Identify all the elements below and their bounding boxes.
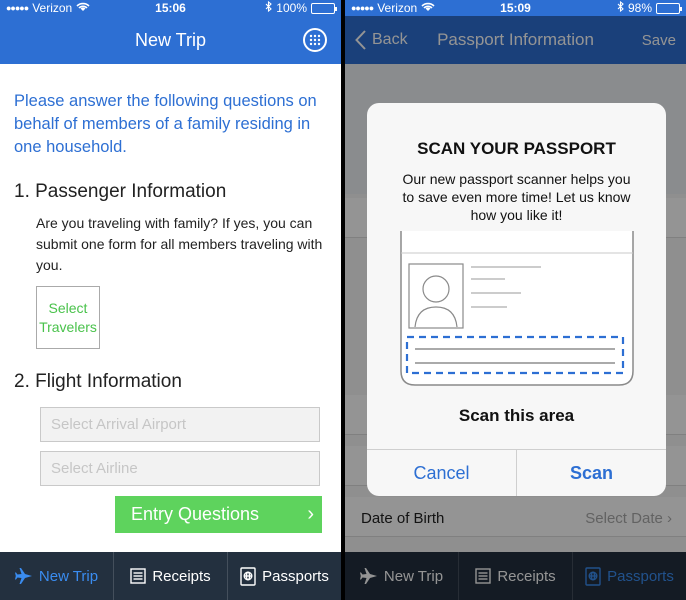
battery-percent: 98% [627,1,652,15]
dialog-actions: Cancel Scan [367,449,666,496]
arrival-airport-field[interactable]: Select Arrival Airport [40,407,320,442]
chevron-right-icon: › [307,503,314,525]
bluetooth-icon [617,0,624,15]
tab-passports[interactable]: Passports [228,552,341,600]
page-title: New Trip [134,29,206,50]
plane-icon [14,568,33,584]
entry-questions-button[interactable]: Entry Questions › [115,496,322,533]
receipt-icon [130,568,147,584]
status-bar: ●●●●● Verizon 15:06 100% [0,0,341,16]
receipt-icon [475,568,492,584]
scan-button[interactable]: Scan [517,450,666,496]
passport-illustration [400,231,634,386]
intro-text: Please answer the following questions on… [14,92,317,156]
passport-icon [240,566,256,586]
signal-icon: ●●●●● [351,3,374,13]
airline-field[interactable]: Select Airline [40,451,320,486]
section-passenger-title: 1. Passenger Information [14,181,227,202]
scan-area-label: Scan this area [458,406,575,425]
battery-icon [311,2,337,14]
battery-percent: 100% [276,1,307,15]
select-travelers-button[interactable]: Select Travelers [36,286,100,349]
cancel-button[interactable]: Cancel [367,450,517,496]
battery-icon [656,2,682,14]
tab-passports-label: Passports [262,567,329,585]
passport-information-screen: ●●●●● Verizon 15:09 98% Back Passport In… [345,0,686,600]
trip-form: Please answer the following questions on… [0,64,341,552]
passport-icon [585,566,601,586]
nav-bar: New Trip [0,16,341,64]
tab-new-trip[interactable]: New Trip [345,552,459,600]
tab-receipts-label: Receipts [497,567,556,585]
dialog-title: SCAN YOUR PASSPORT [417,139,616,158]
signal-icon: ●●●●● [6,3,29,13]
status-bar: ●●●●● Verizon 15:09 98% [345,0,686,16]
tab-receipts[interactable]: Receipts [114,552,228,600]
tab-bar: New Trip Receipts Passports [0,552,341,600]
tab-receipts[interactable]: Receipts [459,552,573,600]
bluetooth-icon [265,0,273,15]
scan-passport-dialog: SCAN YOUR PASSPORT Our new passport scan… [367,103,666,496]
carrier-label: Verizon [377,1,418,15]
tab-passports-label: Passports [607,567,674,585]
carrier-label: Verizon [32,1,73,15]
tab-new-trip[interactable]: New Trip [0,552,114,600]
tab-new-trip-label: New Trip [383,567,444,585]
tab-bar: New Trip Receipts Passports [345,552,686,600]
wifi-icon [421,2,435,15]
family-question: Are you traveling with family? If yes, y… [36,215,323,273]
new-trip-screen: ●●●●● Verizon 15:06 100% New Trip Please… [0,0,341,600]
tab-receipts-label: Receipts [152,567,211,585]
plane-icon [359,568,378,584]
wifi-icon [76,2,90,15]
tab-passports[interactable]: Passports [573,552,686,600]
grid-menu-icon[interactable] [303,28,327,52]
dialog-message: Our new passport scanner helps you to sa… [402,171,631,223]
entry-questions-label: Entry Questions [131,504,260,524]
tab-new-trip-label: New Trip [38,567,99,585]
section-flight-title: 2. Flight Information [14,371,182,392]
